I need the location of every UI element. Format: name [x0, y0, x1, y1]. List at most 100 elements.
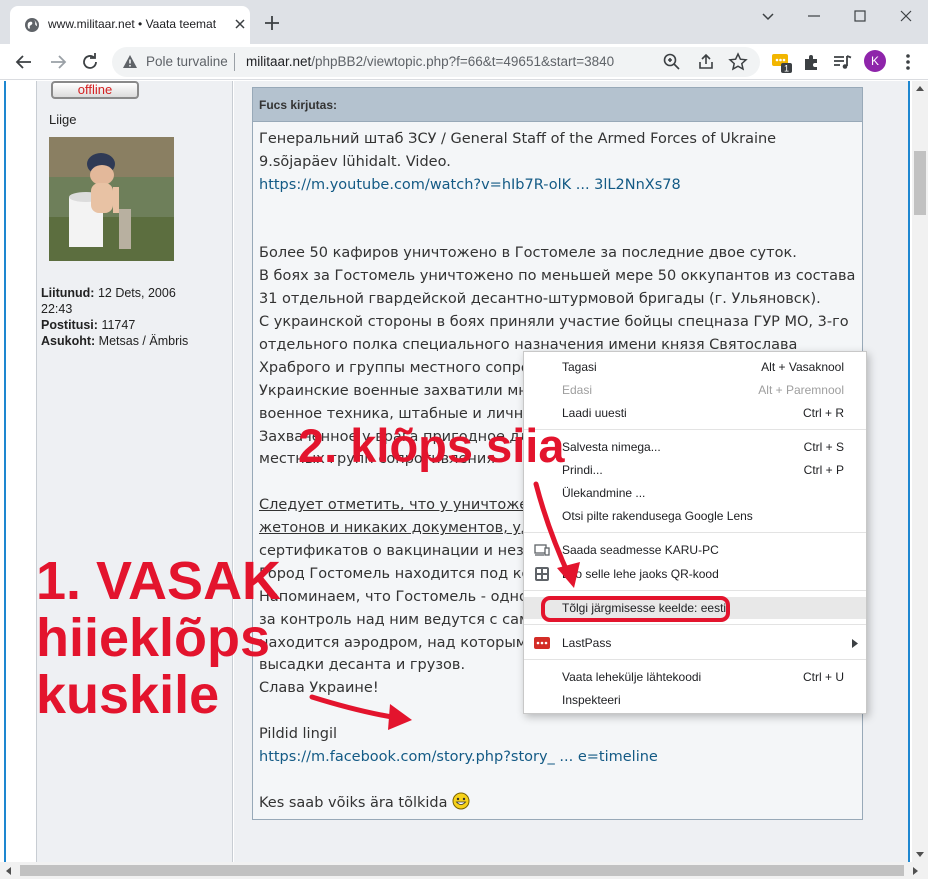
quote-last-line: Kes saab võiks ära tõlkida — [259, 794, 448, 811]
tab-title: www.militaar.net • Vaata teemat — [48, 17, 217, 31]
menu-item-label: Tagasi — [562, 360, 597, 374]
menu-item-send-to-device[interactable]: Saada seadmesse KARU-PC — [524, 539, 866, 561]
annotation-step-1: 1. VASAK hiieklõps kuskile — [36, 553, 281, 724]
menu-item-label: Saada seadmesse KARU-PC — [562, 543, 719, 557]
device-icon — [534, 544, 550, 556]
menu-item-label: Edasi — [562, 383, 593, 397]
maximize-icon[interactable] — [848, 4, 872, 28]
scroll-down-icon[interactable] — [915, 851, 925, 859]
quote-line: 9.sõjapäev lühidalt. Video. — [259, 153, 451, 170]
annotation-step-1-line: hiieklõps — [36, 608, 271, 668]
menu-separator — [524, 590, 866, 591]
close-window-icon[interactable] — [894, 4, 918, 28]
menu-item-label: Prindi... — [562, 463, 603, 477]
quote-header: Fucs kirjutas: — [253, 88, 862, 122]
menu-item-view-source[interactable]: Vaata lehekülje lähtekoodi Ctrl + U — [524, 666, 866, 688]
menu-item-label: Loo selle lehe jaoks QR-kood — [562, 567, 719, 581]
new-tab-icon[interactable] — [262, 13, 282, 33]
browser-toolbar: Pole turvaline militaar.net/phpBB2/viewt… — [0, 44, 928, 80]
quote-line: Более 50 кафиров уничтожено в Гостомеле … — [259, 245, 797, 262]
menu-item-shortcut: Ctrl + U — [802, 670, 844, 684]
scroll-right-icon[interactable] — [912, 866, 920, 876]
menu-item-shortcut: Ctrl + S — [803, 440, 844, 454]
annotation-step-2: 2. klõps siia — [298, 419, 565, 472]
youtube-link[interactable]: https://m.youtube.com/watch?v=hIb7R-olK … — [259, 177, 681, 193]
menu-item-lastpass[interactable]: LastPass — [524, 632, 866, 654]
qr-code-icon — [535, 567, 549, 581]
post-author-column: offline Liige Liitunud: 12 Dets, 2006 22… — [36, 81, 233, 862]
annotation-step-1-line: kuskile — [36, 665, 220, 725]
menu-item-label: Salvesta nimega... — [562, 440, 661, 454]
extension-badge: 1 — [784, 64, 789, 74]
menu-item-cast[interactable]: Ülekandmine ... — [524, 482, 866, 504]
lastpass-extension-icon[interactable]: 1 — [770, 50, 794, 74]
share-icon[interactable] — [696, 52, 716, 72]
menu-item-shortcut: Alt + Paremnool — [758, 383, 844, 397]
quote-line: С украинской стороны в боях приняли учас… — [259, 314, 849, 331]
lastpass-icon — [534, 637, 550, 649]
joined-time: 22:43 — [41, 302, 73, 316]
tab-strip: www.militaar.net • Vaata teemat — [0, 0, 928, 44]
menu-item-label: Inspekteeri — [562, 693, 621, 707]
menu-item-shortcut: Ctrl + R — [802, 406, 844, 420]
menu-separator — [524, 429, 866, 430]
tab-search-icon[interactable] — [756, 4, 780, 28]
offline-status-button: offline — [51, 81, 139, 99]
security-label[interactable]: Pole turvaline — [146, 54, 228, 69]
menu-item-back[interactable]: Tagasi Alt + Vasaknool — [524, 356, 866, 378]
menu-item-forward: Edasi Alt + Paremnool — [524, 379, 866, 401]
kebab-menu-icon[interactable] — [896, 50, 920, 74]
address-bar[interactable]: Pole turvaline militaar.net/phpBB2/viewt… — [112, 47, 760, 77]
menu-item-shortcut: Alt + Vasaknool — [761, 360, 844, 374]
warning-icon[interactable] — [122, 54, 138, 70]
globe-icon — [25, 18, 39, 32]
menu-item-label: Ülekandmine ... — [562, 486, 646, 500]
menu-item-save-as[interactable]: Salvesta nimega... Ctrl + S — [524, 436, 866, 458]
back-icon[interactable] — [12, 50, 36, 74]
menu-item-inspect[interactable]: Inspekteeri — [524, 689, 866, 711]
profile-avatar[interactable]: K — [864, 50, 886, 72]
context-menu: Tagasi Alt + Vasaknool Edasi Alt + Parem… — [523, 351, 867, 714]
menu-item-qr-code[interactable]: Loo selle lehe jaoks QR-kood — [524, 563, 866, 585]
smiley-icon — [452, 792, 470, 810]
vertical-scroll-thumb[interactable] — [914, 151, 926, 215]
menu-item-label: LastPass — [562, 636, 612, 650]
forward-icon[interactable] — [46, 50, 70, 74]
zoom-icon[interactable] — [662, 52, 682, 72]
menu-item-label: Otsi pilte rakendusega Google Lens — [562, 509, 753, 523]
menu-item-print[interactable]: Prindi... Ctrl + P — [524, 459, 866, 481]
menu-item-label: Laadi uuesti — [562, 406, 627, 420]
menu-item-reload[interactable]: Laadi uuesti Ctrl + R — [524, 402, 866, 424]
pics-label: Pildid lingil — [259, 726, 338, 743]
bookmark-star-icon[interactable] — [728, 52, 748, 72]
url-path: /phpBB2/viewtopic.php?f=66&t=49651&start… — [311, 54, 615, 69]
submenu-arrow-icon — [852, 639, 858, 648]
menu-item-google-lens[interactable]: Otsi pilte rakendusega Google Lens — [524, 505, 866, 527]
quote-line: В боях за Гостомель уничтожено по меньше… — [259, 268, 856, 285]
user-info: Liitunud: 12 Dets, 2006 22:43 Postitusi:… — [41, 285, 231, 349]
horizontal-scroll-thumb[interactable] — [20, 865, 904, 876]
quote-line: 31 отдельной гвардейской десантно-штурмо… — [259, 291, 821, 308]
joined-value: 12 Dets, 2006 — [97, 286, 176, 300]
highlight-box — [541, 596, 730, 622]
url-host: militaar.net — [246, 54, 312, 69]
facebook-link[interactable]: https://m.facebook.com/story.php?story_ … — [259, 749, 658, 765]
menu-separator — [524, 659, 866, 660]
media-control-icon[interactable] — [830, 50, 854, 74]
reload-icon[interactable] — [78, 50, 102, 74]
browser-tab[interactable]: www.militaar.net • Vaata teemat — [10, 6, 250, 44]
scroll-up-icon[interactable] — [915, 84, 925, 92]
close-tab-icon[interactable] — [232, 16, 248, 32]
minimize-icon[interactable] — [802, 4, 826, 28]
quote-line: Генеральний штаб ЗСУ / General Staff of … — [259, 131, 777, 147]
scroll-left-icon[interactable] — [4, 866, 12, 876]
menu-item-label: Vaata lehekülje lähtekoodi — [562, 670, 702, 684]
menu-item-shortcut: Ctrl + P — [803, 463, 844, 477]
extensions-puzzle-icon[interactable] — [800, 50, 824, 74]
location-label: Asukoht: — [41, 334, 96, 348]
location-value: Metsas / Ämbris — [98, 334, 189, 348]
url-text[interactable]: militaar.net/phpBB2/viewtopic.php?f=66&t… — [246, 54, 614, 69]
posts-value: 11747 — [101, 318, 136, 332]
user-rank: Liige — [49, 112, 77, 127]
posts-label: Postitusi: — [41, 318, 98, 332]
